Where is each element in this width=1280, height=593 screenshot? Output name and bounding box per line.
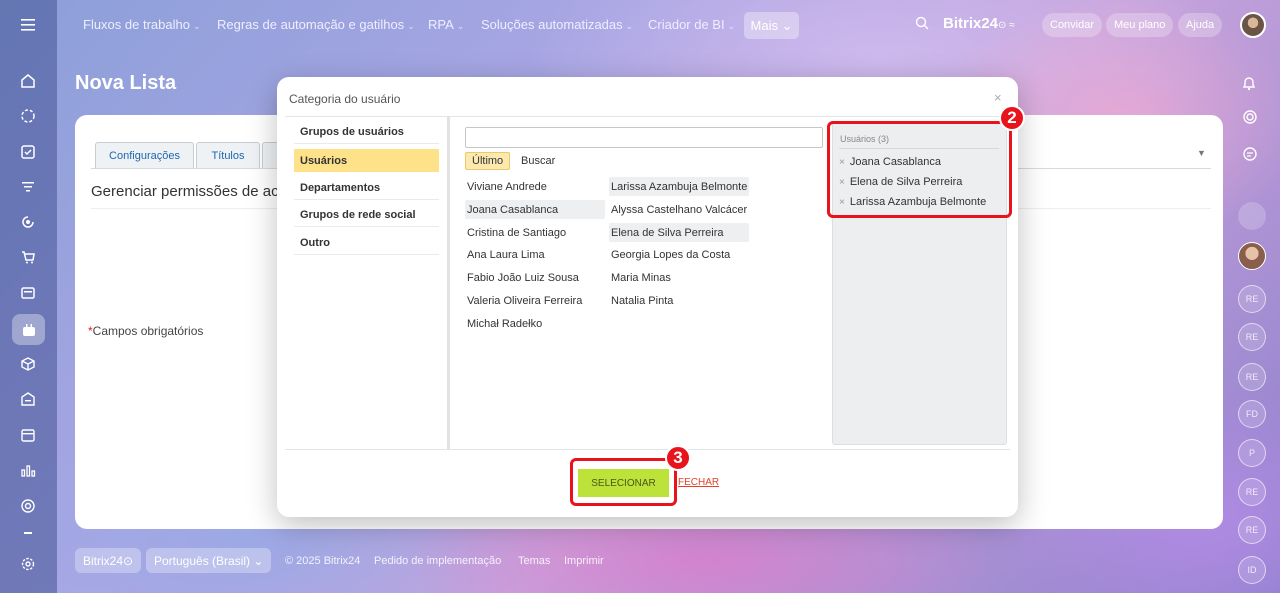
chevron-down-icon: ⌄ — [456, 21, 465, 31]
my-plan-button[interactable]: Meu plano — [1106, 13, 1174, 37]
rail-avatar[interactable]: ID — [1238, 556, 1266, 584]
callout-badge: 2 — [999, 105, 1025, 131]
nav-more-button[interactable]: Mais ⌄ — [744, 12, 799, 39]
rail-avatar[interactable]: RE — [1238, 323, 1266, 351]
tasks-icon[interactable] — [17, 141, 39, 163]
nav-label: Soluções automatizadas — [481, 17, 623, 32]
left-sidebar — [0, 0, 57, 593]
nav-workflows[interactable]: Fluxos de trabalho ⌄ — [83, 17, 201, 32]
warehouse-icon[interactable] — [17, 388, 39, 410]
rail-avatar[interactable]: RE — [1238, 478, 1266, 506]
rail-avatar[interactable]: P — [1238, 439, 1266, 467]
required-label: Campos obrigatórios — [92, 324, 204, 338]
sites-icon[interactable] — [17, 282, 39, 304]
tab-configuracoes[interactable]: Configurações — [95, 142, 194, 169]
category-users[interactable]: Usuários — [294, 149, 439, 172]
nav-automation-rules[interactable]: Regras de automação e gatilhos ⌄ — [217, 17, 415, 32]
avatar[interactable] — [1238, 242, 1266, 270]
rail-slot[interactable] — [1238, 202, 1266, 230]
user-search-input[interactable] — [465, 127, 823, 148]
messenger-icon[interactable] — [1242, 146, 1258, 166]
nav-automated-solutions[interactable]: Soluções automatizadas ⌄ — [481, 17, 633, 32]
search-icon[interactable] — [914, 15, 932, 33]
user-item[interactable]: Valeria Oliveira Ferreira — [465, 291, 605, 310]
dialog-divider — [285, 449, 1010, 450]
chevron-down-icon: ⌄ — [192, 21, 201, 31]
footer-brand-button[interactable]: Bitrix24⊙ — [75, 548, 142, 573]
settings-icon[interactable] — [17, 553, 39, 575]
brand-status-icon: ⊙ ≈ — [998, 20, 1015, 31]
rail-avatar[interactable]: RE — [1238, 363, 1266, 391]
callout-highlight-selected — [827, 121, 1012, 218]
calendar-icon[interactable] — [17, 424, 39, 446]
cart-icon[interactable] — [17, 246, 39, 268]
close-icon[interactable]: × — [994, 90, 1002, 105]
rail-avatar[interactable]: RE — [1238, 516, 1266, 544]
crm-icon[interactable] — [17, 211, 39, 233]
chevron-down-icon: ⌄ — [727, 21, 736, 31]
invite-button[interactable]: Convidar — [1042, 13, 1103, 37]
chevron-down-icon[interactable]: ▼ — [1197, 148, 1206, 158]
footer-link-print[interactable]: Imprimir — [564, 555, 604, 567]
footer-link-themes[interactable]: Temas — [518, 555, 550, 567]
user-item[interactable]: Georgia Lopes da Costa — [609, 245, 749, 264]
chevron-down-icon: ⌄ — [407, 21, 415, 31]
top-navigation: Fluxos de trabalho ⌄ Regras de automação … — [57, 0, 1280, 50]
category-user-groups[interactable]: Grupos de usuários — [294, 121, 439, 144]
avatar[interactable] — [1240, 12, 1266, 38]
brand-logo[interactable]: Bitrix24⊙ ≈ — [943, 15, 1015, 32]
rail-avatar[interactable]: FD — [1238, 400, 1266, 428]
callout-badge: 3 — [665, 445, 691, 471]
box-icon[interactable] — [17, 353, 39, 375]
user-item[interactable]: Fabio João Luiz Sousa — [465, 268, 605, 287]
category-list: Grupos de usuários Usuários Departamento… — [285, 117, 450, 449]
copilot-icon[interactable] — [1242, 109, 1258, 129]
target-icon[interactable] — [17, 495, 39, 517]
rail-avatar[interactable]: RE — [1238, 285, 1266, 313]
home-icon[interactable] — [17, 70, 39, 92]
category-departments[interactable]: Departamentos — [294, 177, 439, 200]
nav-label: RPA — [428, 17, 454, 32]
sidebar-divider — [24, 532, 32, 534]
user-item[interactable]: Michał Radełko — [465, 314, 605, 333]
brand-text: Bitrix24 — [943, 15, 999, 32]
filter-icon[interactable] — [17, 176, 39, 198]
chevron-down-icon: ⌄ — [625, 21, 634, 31]
nav-label: Criador de BI — [648, 17, 725, 32]
bell-icon[interactable] — [1242, 75, 1256, 95]
user-item[interactable]: Larissa Azambuja Belmonte — [609, 177, 749, 196]
user-item[interactable]: Viviane Andrede — [465, 177, 605, 196]
user-item[interactable]: Elena de Silva Perreira — [609, 223, 749, 242]
language-selector[interactable]: Português (Brasil) ⌄ — [146, 548, 272, 573]
tab-recent[interactable]: Último — [465, 152, 511, 170]
footer-link-implementation[interactable]: Pedido de implementação — [374, 555, 501, 567]
analytics-icon[interactable] — [17, 459, 39, 481]
menu-icon[interactable] — [17, 14, 39, 36]
nav-label: Fluxos de trabalho — [83, 17, 190, 32]
permissions-heading: Gerenciar permissões de ac — [91, 183, 279, 200]
nav-bi-builder[interactable]: Criador de BI ⌄ — [648, 17, 735, 32]
footer-copyright: © 2025 Bitrix24 — [285, 555, 361, 567]
tab-search[interactable]: Buscar — [515, 152, 561, 170]
user-item[interactable]: Cristina de Santiago — [465, 223, 605, 242]
help-button[interactable]: Ajuda — [1178, 13, 1223, 37]
user-item[interactable]: Natalia Pinta — [609, 291, 749, 310]
user-item[interactable]: Alyssa Castelhano Valcácer — [609, 200, 749, 219]
nav-label: Regras de automação e gatilhos — [217, 17, 405, 32]
chat-icon[interactable] — [17, 105, 39, 127]
category-social-groups[interactable]: Grupos de rede social — [294, 204, 439, 227]
nav-rpa[interactable]: RPA ⌄ — [428, 17, 464, 32]
user-item[interactable]: Maria Minas — [609, 268, 749, 287]
tab-titulos[interactable]: Títulos — [196, 142, 260, 169]
page-title: Nova Lista — [75, 72, 177, 94]
close-button[interactable]: FECHAR — [678, 477, 719, 488]
user-item[interactable]: Joana Casablanca — [465, 200, 605, 219]
category-other[interactable]: Outro — [294, 232, 439, 255]
required-fields-note: *Campos obrigatórios — [88, 324, 203, 338]
user-item[interactable]: Ana Laura Lima — [465, 245, 605, 264]
dialog-title: Categoria do usuário — [289, 92, 401, 106]
automation-icon[interactable] — [12, 314, 45, 345]
callout-highlight-select-button — [570, 458, 677, 506]
